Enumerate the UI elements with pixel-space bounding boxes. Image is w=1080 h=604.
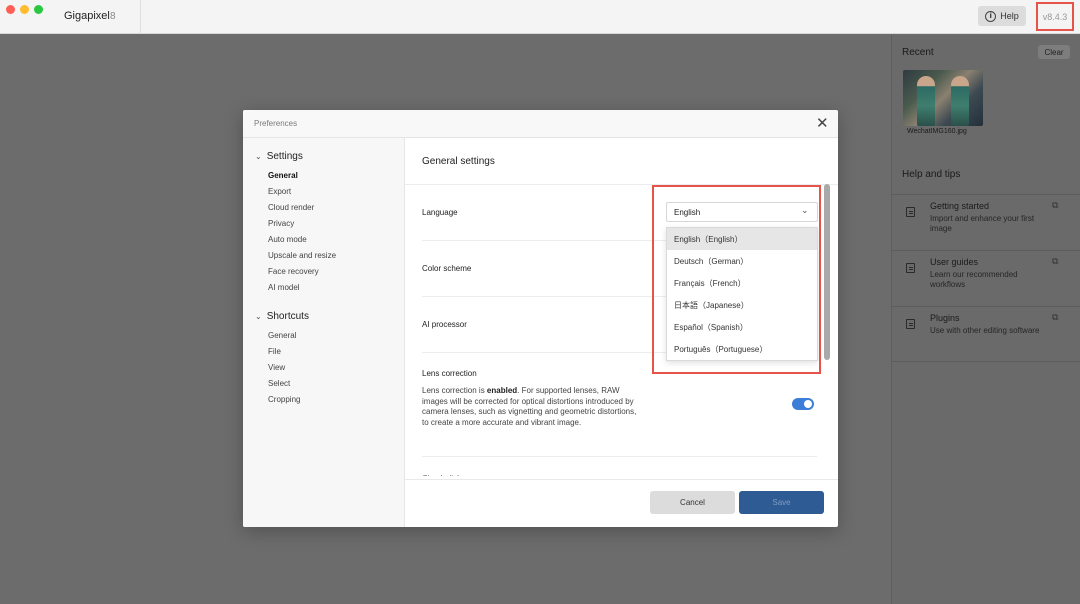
app-version-short: 8: [110, 11, 116, 22]
chevron-down-icon: ⌄: [255, 312, 262, 321]
tip-getting-started[interactable]: Getting started Import and enhance your …: [892, 194, 1080, 250]
color-scheme-label: Color scheme: [422, 264, 472, 273]
sidebar-item-auto-mode[interactable]: Auto mode: [268, 235, 307, 244]
lens-correction-title: Lens correction: [422, 369, 477, 378]
sidebar-item-view[interactable]: View: [268, 363, 285, 372]
document-icon: [906, 263, 915, 273]
lens-correction-toggle[interactable]: [792, 398, 814, 410]
clear-recent-button[interactable]: Clear: [1038, 45, 1070, 59]
general-settings-title: General settings: [422, 156, 495, 167]
clear-label: Clear: [1044, 47, 1064, 57]
sidebar-item-file[interactable]: File: [268, 347, 281, 356]
external-link-icon: ⧉: [1052, 257, 1059, 267]
external-link-icon: ⧉: [1052, 201, 1059, 211]
help-label: Help: [1000, 11, 1019, 21]
document-icon: [906, 207, 915, 217]
shortcuts-section[interactable]: ⌄ Shortcuts: [255, 311, 309, 322]
sidebar-item-shortcuts-general[interactable]: General: [268, 331, 296, 340]
settings-section-label: Settings: [266, 151, 303, 162]
close-window-button[interactable]: [6, 5, 15, 14]
tip-title: Getting started: [930, 201, 990, 211]
thumbnail-figure-left: [917, 76, 935, 126]
shortcuts-section-label: Shortcuts: [266, 311, 309, 322]
chevron-down-icon: ⌄: [255, 152, 262, 161]
ai-processor-label: AI processor: [422, 320, 467, 329]
save-label: Save: [772, 498, 791, 507]
recent-image-thumbnail[interactable]: [903, 70, 983, 126]
sidebar-item-privacy[interactable]: Privacy: [268, 219, 294, 228]
next-setting-label-partial: Check disk space: [422, 472, 522, 476]
right-panel: Recent Clear WechatIMG160.jpg Help and t…: [891, 35, 1080, 604]
minimize-window-button[interactable]: [20, 5, 29, 14]
title-divider: [140, 0, 141, 34]
settings-section[interactable]: ⌄ Settings: [255, 151, 303, 162]
sidebar-item-cropping[interactable]: Cropping: [268, 395, 300, 404]
row-divider: [422, 456, 817, 457]
save-button[interactable]: Save: [739, 491, 824, 514]
preferences-sidebar: ⌄ Settings General Export Cloud render P…: [243, 138, 405, 527]
version-text: v8.4.3: [1042, 11, 1068, 22]
tip-plugins[interactable]: Plugins Use with other editing software …: [892, 306, 1080, 362]
cancel-label: Cancel: [680, 498, 705, 507]
tip-description: Use with other editing software: [930, 326, 1040, 335]
help-tips-heading: Help and tips: [902, 169, 961, 180]
sidebar-item-face-recovery[interactable]: Face recovery: [268, 267, 319, 276]
lens-correction-description: Lens correction is enabled. For supporte…: [422, 386, 637, 427]
tip-user-guides[interactable]: User guides Learn our recommended workfl…: [892, 250, 1080, 306]
sidebar-item-general[interactable]: General: [268, 171, 298, 180]
thumbnail-figure-right: [951, 76, 969, 126]
sidebar-item-select[interactable]: Select: [268, 379, 290, 388]
external-link-icon: ⧉: [1052, 313, 1059, 323]
recent-file-name: WechatIMG160.jpg: [907, 128, 967, 135]
tip-description: Import and enhance your first image: [930, 214, 1035, 233]
title-bar: Gigapixel 8 i Help v8.4.3: [0, 0, 1080, 34]
cancel-button[interactable]: Cancel: [650, 491, 735, 514]
app-title: Gigapixel: [64, 10, 110, 22]
tip-title: Plugins: [930, 313, 960, 323]
sidebar-item-cloud-render[interactable]: Cloud render: [268, 203, 314, 212]
version-badge: v8.4.3: [1036, 2, 1074, 31]
sidebar-item-upscale-resize[interactable]: Upscale and resize: [268, 251, 336, 260]
recent-heading: Recent: [902, 47, 934, 58]
maximize-window-button[interactable]: [34, 5, 43, 14]
language-label: Language: [422, 208, 458, 217]
tip-title: User guides: [930, 257, 979, 267]
sidebar-item-export[interactable]: Export: [268, 187, 291, 196]
tip-description: Learn our recommended workflows: [930, 270, 1018, 289]
language-dropdown-highlight: [652, 185, 821, 374]
info-icon: i: [985, 10, 997, 22]
sidebar-item-ai-model[interactable]: AI model: [268, 283, 300, 292]
footer-divider: [405, 479, 838, 480]
document-icon: [906, 319, 915, 329]
help-button[interactable]: i Help: [978, 6, 1026, 26]
settings-scrollbar[interactable]: [824, 184, 830, 360]
dialog-header: Preferences ✕: [243, 110, 838, 138]
close-icon[interactable]: ✕: [816, 115, 829, 131]
dialog-title: Preferences: [254, 119, 298, 128]
